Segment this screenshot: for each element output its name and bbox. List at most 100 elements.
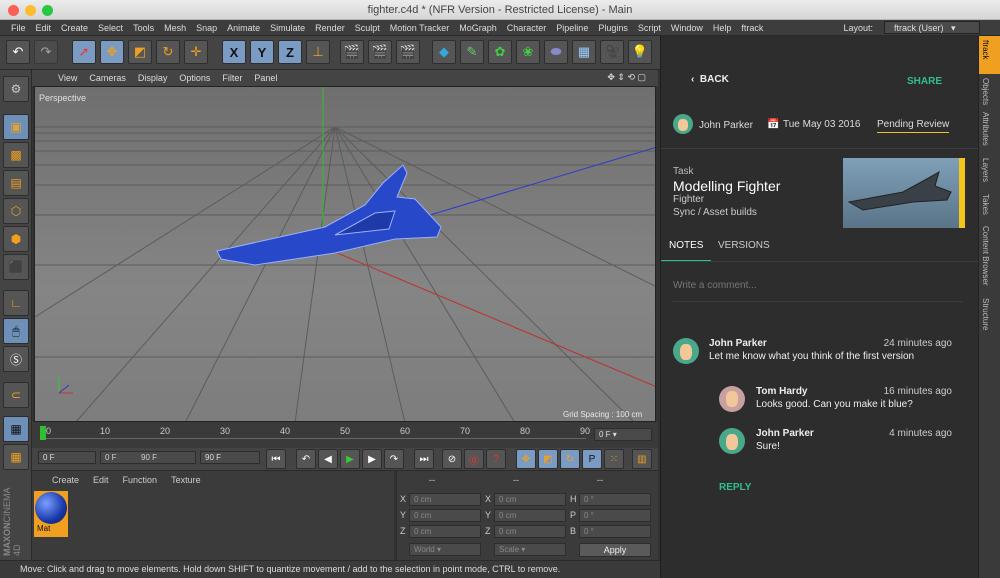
- menu-tools[interactable]: Tools: [128, 23, 159, 33]
- tab-takes[interactable]: Takes: [981, 194, 990, 215]
- rot-h-field[interactable]: 0 °: [579, 493, 651, 506]
- viewport-menu-options[interactable]: Options: [173, 73, 216, 83]
- menu-motion-tracker[interactable]: Motion Tracker: [385, 23, 455, 33]
- back-button[interactable]: ‹ BACK: [691, 74, 729, 85]
- menu-window[interactable]: Window: [666, 23, 708, 33]
- record-icon[interactable]: ⓪: [464, 449, 484, 469]
- viewport-menu-cameras[interactable]: Cameras: [83, 73, 132, 83]
- go-to-end-icon[interactable]: ⏭: [414, 449, 434, 469]
- size-z-field[interactable]: 0 cm: [494, 525, 566, 538]
- material-menu-texture[interactable]: Texture: [171, 475, 201, 487]
- layout-dropdown[interactable]: ftrack (User) ▾: [884, 21, 980, 34]
- previous-frame-icon[interactable]: ◀: [318, 449, 338, 469]
- material-menu-create[interactable]: Create: [52, 475, 79, 487]
- menu-ftrack[interactable]: ftrack: [736, 23, 768, 33]
- tab-attributes[interactable]: Attributes: [981, 112, 990, 146]
- cloner-icon[interactable]: ❀: [516, 40, 540, 64]
- menu-edit[interactable]: Edit: [31, 23, 57, 33]
- previous-key-icon[interactable]: ↶: [296, 449, 316, 469]
- viewport-menu-display[interactable]: Display: [132, 73, 174, 83]
- undo-icon[interactable]: ↶: [6, 40, 30, 64]
- go-to-start-icon[interactable]: ⏮: [266, 449, 286, 469]
- pos-x-field[interactable]: 0 cm: [409, 493, 481, 506]
- tab-notes[interactable]: NOTES: [669, 240, 703, 251]
- rot-b-field[interactable]: 0 °: [579, 525, 651, 538]
- viewport[interactable]: Perspective Grid Spacing : 100 cm: [34, 86, 656, 422]
- scale-tool-icon[interactable]: ◩: [128, 40, 152, 64]
- end-frame-field[interactable]: 90 F: [200, 451, 260, 464]
- version-thumbnail[interactable]: [843, 158, 965, 228]
- size-y-field[interactable]: 0 cm: [494, 509, 566, 522]
- make-editable-icon[interactable]: ⚙: [3, 76, 29, 102]
- minimize-window-button[interactable]: [25, 5, 36, 16]
- menu-render[interactable]: Render: [310, 23, 350, 33]
- menu-snap[interactable]: Snap: [191, 23, 222, 33]
- zoom-window-button[interactable]: [42, 5, 53, 16]
- size-x-field[interactable]: 0 cm: [494, 493, 566, 506]
- z-axis-lock-button[interactable]: Z: [278, 40, 302, 64]
- points-mode-icon[interactable]: ⬡: [3, 198, 29, 224]
- timeline[interactable]: 0 10 20 30 40 50 60 70 80 90 0 F ▾: [32, 422, 658, 448]
- key-position-icon[interactable]: ✥: [516, 449, 536, 469]
- comment-input[interactable]: Write a comment...: [673, 280, 963, 302]
- snap-icon[interactable]: ⊂: [3, 382, 29, 408]
- pos-y-field[interactable]: 0 cm: [409, 509, 481, 522]
- rot-p-field[interactable]: 0 °: [579, 509, 651, 522]
- light-icon[interactable]: 💡: [628, 40, 652, 64]
- edges-mode-icon[interactable]: ⬢: [3, 226, 29, 252]
- cube-icon[interactable]: ◆: [432, 40, 456, 64]
- menu-character[interactable]: Character: [502, 23, 552, 33]
- tab-structure[interactable]: Structure: [981, 298, 990, 330]
- menu-pipeline[interactable]: Pipeline: [551, 23, 593, 33]
- key-pla-icon[interactable]: ⁙: [604, 449, 624, 469]
- menu-simulate[interactable]: Simulate: [265, 23, 310, 33]
- current-frame-field[interactable]: 0 F ▾: [594, 428, 652, 441]
- tab-versions[interactable]: VERSIONS: [718, 240, 770, 251]
- timeline-window-icon[interactable]: ▥: [632, 449, 652, 469]
- x-axis-lock-button[interactable]: X: [222, 40, 246, 64]
- texture-mode-icon[interactable]: ▩: [3, 142, 29, 168]
- viewport-menu-view[interactable]: View: [52, 73, 83, 83]
- menu-animate[interactable]: Animate: [222, 23, 265, 33]
- next-key-icon[interactable]: ↷: [384, 449, 404, 469]
- move-tool-icon[interactable]: ✥: [100, 40, 124, 64]
- menu-sculpt[interactable]: Sculpt: [350, 23, 385, 33]
- menu-mograph[interactable]: MoGraph: [454, 23, 502, 33]
- pen-icon[interactable]: ✎: [460, 40, 484, 64]
- menu-mesh[interactable]: Mesh: [159, 23, 191, 33]
- key-rotation-icon[interactable]: ↻: [560, 449, 580, 469]
- render-view-icon[interactable]: 🎬: [340, 40, 364, 64]
- share-button[interactable]: SHARE: [907, 76, 942, 87]
- coordinate-system-icon[interactable]: ⊥: [306, 40, 330, 64]
- material-menu-function[interactable]: Function: [123, 475, 158, 487]
- render-settings-icon[interactable]: 🎬: [396, 40, 420, 64]
- live-selection-icon[interactable]: ✛: [184, 40, 208, 64]
- tab-layers[interactable]: Layers: [981, 158, 990, 182]
- tab-ftrack[interactable]: ftrack: [981, 40, 990, 60]
- viewport-menu-panel[interactable]: Panel: [248, 73, 283, 83]
- play-icon[interactable]: ▶: [340, 449, 360, 469]
- rotate-tool-icon[interactable]: ↻: [156, 40, 180, 64]
- model-mode-icon[interactable]: ▣: [3, 114, 29, 140]
- redo-icon[interactable]: ↷: [34, 40, 58, 64]
- viewport-menu-filter[interactable]: Filter: [216, 73, 248, 83]
- start-frame-field[interactable]: 0 F: [38, 451, 96, 464]
- motion-record-icon[interactable]: ⊘: [442, 449, 462, 469]
- menu-create[interactable]: Create: [56, 23, 93, 33]
- select-tool-icon[interactable]: ➚: [72, 40, 96, 64]
- key-parameter-icon[interactable]: P: [582, 449, 602, 469]
- menu-help[interactable]: Help: [708, 23, 737, 33]
- axis-mode-icon[interactable]: ∟: [3, 290, 29, 316]
- menu-file[interactable]: File: [6, 23, 31, 33]
- key-scale-icon[interactable]: ◩: [538, 449, 558, 469]
- apply-button[interactable]: Apply: [579, 543, 651, 557]
- floor-icon[interactable]: ▦: [572, 40, 596, 64]
- menu-select[interactable]: Select: [93, 23, 128, 33]
- reply-button[interactable]: REPLY: [719, 482, 751, 493]
- close-window-button[interactable]: [8, 5, 19, 16]
- range-field[interactable]: 0 F 90 F: [100, 451, 196, 464]
- planar-workplane-icon[interactable]: ▦: [3, 444, 29, 470]
- world-dropdown[interactable]: World ▾: [409, 543, 481, 556]
- tab-content-browser[interactable]: Content Browser: [981, 226, 990, 286]
- polygons-mode-icon[interactable]: ⬛: [3, 254, 29, 280]
